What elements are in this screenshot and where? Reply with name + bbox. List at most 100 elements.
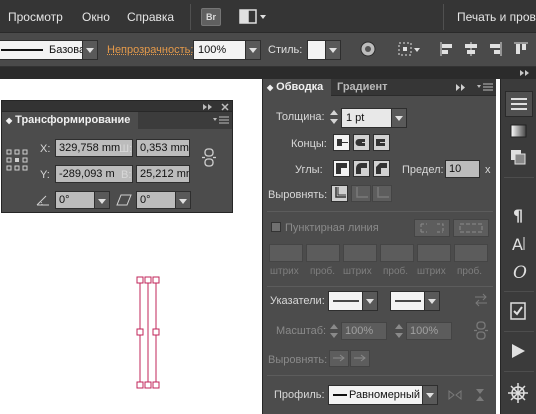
- miter-limit-field[interactable]: 10: [445, 160, 480, 178]
- align-right-button[interactable]: [486, 40, 504, 58]
- opacity-dropdown[interactable]: 100%: [193, 40, 261, 60]
- align-left-button[interactable]: [438, 40, 456, 58]
- chevron-down-icon[interactable]: [325, 41, 340, 59]
- align-top-icon: [514, 42, 528, 54]
- menu-view[interactable]: Просмотр: [8, 10, 63, 24]
- bevel-join-button[interactable]: [373, 160, 390, 177]
- flip-vertical-icon[interactable]: [473, 387, 487, 403]
- align-stroke-center-button[interactable]: [331, 185, 348, 202]
- arrowhead-line-preview: [333, 300, 359, 302]
- scale-start-field[interactable]: 100%: [341, 322, 387, 340]
- chevron-down-icon[interactable]: [94, 192, 109, 208]
- link-proportions-icon[interactable]: [472, 321, 490, 341]
- character-panel-button[interactable]: A: [505, 231, 533, 257]
- dashed-line-checkbox[interactable]: [271, 222, 281, 232]
- tab-stroke[interactable]: ◆ Обводка: [263, 79, 332, 96]
- glyphs-icon: O: [513, 263, 527, 283]
- align-stroke-inside-button[interactable]: [351, 185, 371, 202]
- butt-cap-button[interactable]: [333, 134, 350, 151]
- dash-2-field[interactable]: [343, 244, 377, 262]
- toggle-options-icon[interactable]: ◆: [6, 116, 12, 125]
- transform-dropdown-button[interactable]: [397, 40, 423, 58]
- menu-icon[interactable]: [212, 115, 230, 127]
- chevron-down-icon[interactable]: [82, 41, 97, 59]
- miter-join-button[interactable]: [333, 160, 350, 177]
- dash-1-field[interactable]: [269, 244, 303, 262]
- stroke-panel: ◆ Обводка Градиент Толщина: 1 pt Концы: У…: [262, 79, 496, 414]
- projecting-cap-button[interactable]: [373, 134, 390, 151]
- tab-transform[interactable]: ◆ Трансформирование: [2, 112, 139, 129]
- chevron-down-icon[interactable]: [424, 292, 439, 310]
- navigator-panel-button[interactable]: [505, 381, 533, 407]
- weight-dropdown[interactable]: 1 pt: [341, 108, 407, 128]
- gradient-panel-button[interactable]: [505, 119, 533, 145]
- menu-help[interactable]: Справка: [127, 10, 174, 24]
- arrow-align-label: Выровнять:: [268, 354, 328, 366]
- arrow-inside-icon: [354, 354, 366, 362]
- actions-panel-button[interactable]: [505, 339, 533, 365]
- menu-icon[interactable]: [476, 82, 494, 94]
- arrow-extend-button[interactable]: [329, 350, 349, 367]
- align-stroke-center-icon: [335, 187, 346, 198]
- end-arrowhead-dropdown[interactable]: [390, 291, 440, 311]
- stroke-panel-button[interactable]: [505, 91, 533, 117]
- collapse-icon[interactable]: [455, 83, 469, 93]
- gap-1-field[interactable]: [306, 244, 340, 262]
- svg-text:A: A: [512, 235, 523, 254]
- profile-dropdown[interactable]: Равномерный: [328, 385, 438, 405]
- dash-preserve-button[interactable]: [414, 219, 450, 237]
- start-arrowhead-dropdown[interactable]: [328, 291, 378, 311]
- weight-stepper[interactable]: [329, 108, 339, 126]
- transparency-panel-button[interactable]: [505, 145, 533, 171]
- dash-align-corners-button[interactable]: [453, 219, 489, 237]
- checklist-panel-button[interactable]: [505, 299, 533, 325]
- menu-window[interactable]: Окно: [82, 10, 110, 24]
- align-center-button[interactable]: [462, 40, 480, 58]
- collapse-icon[interactable]: [519, 68, 533, 78]
- close-icon[interactable]: [220, 102, 230, 111]
- height-field[interactable]: 25,212 mm: [136, 165, 190, 183]
- graphic-style-dropdown[interactable]: [307, 40, 341, 60]
- play-action-icon: [512, 344, 525, 358]
- gap-3-field[interactable]: [454, 244, 488, 262]
- flip-horizontal-icon[interactable]: [447, 388, 463, 402]
- toggle-options-icon[interactable]: ◆: [267, 83, 273, 92]
- svg-text:¶: ¶: [513, 206, 523, 225]
- selected-artwork[interactable]: [130, 270, 160, 395]
- align-stroke-outside-button[interactable]: [372, 185, 392, 202]
- glyphs-panel-button[interactable]: O: [505, 259, 533, 285]
- scale-start-stepper[interactable]: [329, 322, 339, 340]
- reference-point-icon[interactable]: [6, 149, 28, 171]
- chevron-down-icon[interactable]: [245, 41, 260, 59]
- arrange-documents-button[interactable]: [238, 8, 268, 26]
- scale-end-stepper[interactable]: [394, 322, 404, 340]
- gap-2-field[interactable]: [380, 244, 414, 262]
- chevron-down-icon[interactable]: [422, 386, 437, 404]
- caps-label: Концы:: [291, 138, 327, 150]
- dash-preserve-icon: [420, 223, 444, 233]
- scale-end-field[interactable]: 100%: [406, 322, 452, 340]
- print-proof-menu[interactable]: Печать и пров: [457, 10, 536, 24]
- arrow-extend-icon: [333, 354, 345, 362]
- chevron-down-icon[interactable]: [175, 192, 190, 208]
- width-field[interactable]: 0,353 mm: [136, 139, 190, 157]
- bridge-button[interactable]: Br: [201, 8, 221, 26]
- dash-3-field[interactable]: [417, 244, 451, 262]
- panel-title-strip[interactable]: [2, 101, 232, 112]
- arrow-inside-button[interactable]: [350, 350, 370, 367]
- chevron-down-icon[interactable]: [362, 292, 377, 310]
- round-join-button[interactable]: [353, 160, 370, 177]
- round-cap-button[interactable]: [353, 134, 370, 151]
- align-top-button[interactable]: [512, 40, 530, 58]
- tab-gradient[interactable]: Градиент: [331, 79, 394, 96]
- shear-field[interactable]: 0°: [136, 191, 191, 209]
- paragraph-panel-button[interactable]: ¶: [505, 203, 533, 229]
- symbols-button[interactable]: [359, 40, 377, 58]
- link-proportions-icon[interactable]: [200, 148, 218, 168]
- stroke-style-dropdown[interactable]: Базовая: [0, 40, 98, 60]
- transform-panel: ◆ Трансформирование X: 329,758 mm Ш: 0,35…: [1, 100, 233, 213]
- swap-arrows-icon[interactable]: [473, 293, 489, 307]
- opacity-label[interactable]: Непрозрачность:: [107, 44, 193, 56]
- rotate-field[interactable]: 0°: [55, 191, 110, 209]
- chevron-down-icon[interactable]: [391, 109, 406, 127]
